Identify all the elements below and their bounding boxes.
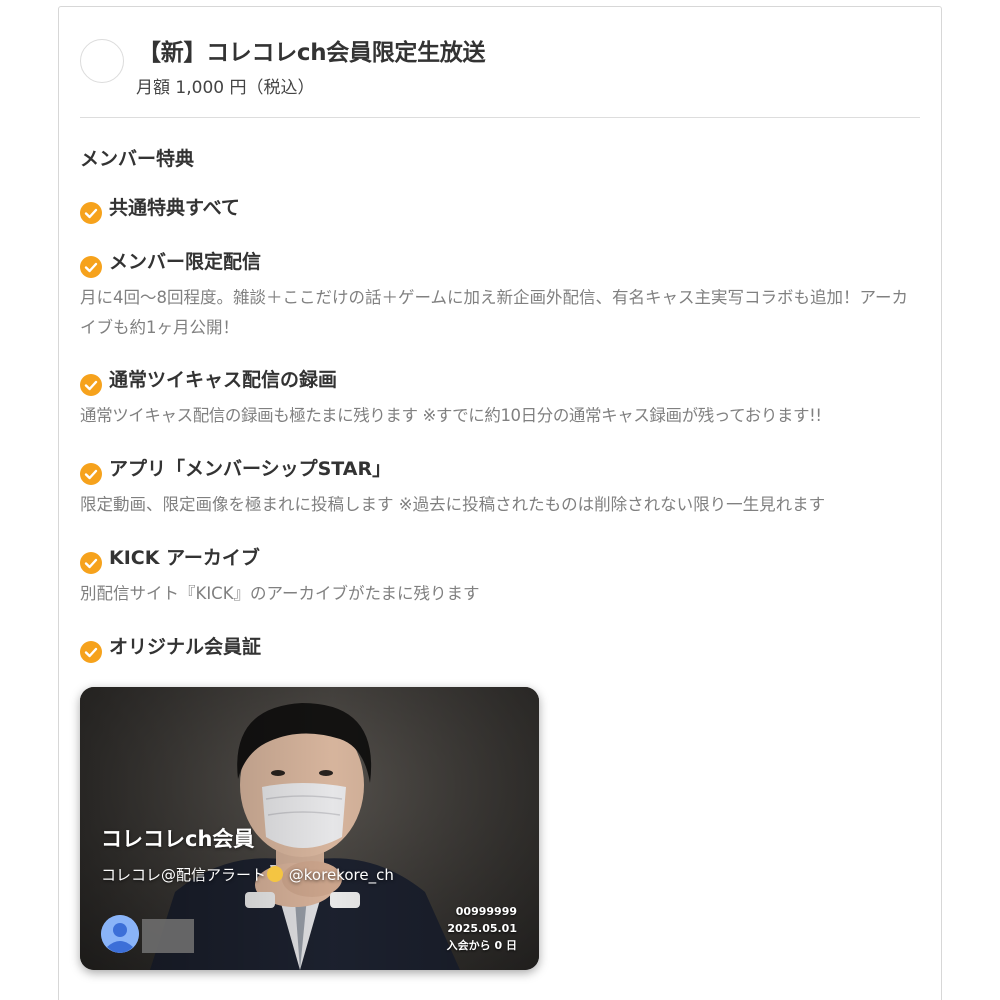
check-circle-icon xyxy=(80,202,102,224)
member-card-subtitle: コレコレ@配信アラート @korekore_ch xyxy=(101,864,394,885)
benefit-description: 通常ツイキャス配信の録画も極たまに残ります ※すでに約10日分の通常キャス録画が… xyxy=(80,406,822,425)
benefit-title: アプリ「メンバーシップSTAR」 xyxy=(109,458,392,480)
benefit-description: 別配信サイト『KICK』のアーカイブがたまに残ります xyxy=(80,584,480,603)
member-card-handle: @korekore_ch xyxy=(284,866,394,884)
membership-plan-panel: 【新】コレコレch会員限定生放送 月額 1,000 円（税込） メンバー特典 共… xyxy=(58,6,942,1000)
divider xyxy=(80,117,920,118)
user-avatar-icon xyxy=(101,915,139,953)
benefit-title: KICK アーカイブ xyxy=(109,547,260,569)
benefit-title: オリジナル会員証 xyxy=(109,636,262,658)
benefit-item: メンバー限定配信 月に4回〜8回程度。雑談＋ここだけの話＋ゲームに加え新企画外配… xyxy=(80,247,930,343)
face-emoji-icon xyxy=(267,866,284,882)
benefit-item: 共通特典すべて xyxy=(80,193,930,224)
benefits-heading: メンバー特典 xyxy=(80,148,195,170)
member-card-title: コレコレch会員 xyxy=(101,827,255,851)
member-join-date: 2025.05.01 xyxy=(447,922,517,935)
member-days: 入会から 0 日 xyxy=(446,939,517,952)
benefit-description: 月に4回〜8回程度。雑談＋ここだけの話＋ゲームに加え新企画外配信、有名キャス主実… xyxy=(80,288,909,337)
benefit-description: 限定動画、限定画像を極まれに投稿します ※過去に投稿されたものは削除されない限り… xyxy=(80,495,826,514)
benefit-item: アプリ「メンバーシップSTAR」 限定動画、限定画像を極まれに投稿します ※過去… xyxy=(80,454,930,520)
benefit-title: 通常ツイキャス配信の録画 xyxy=(109,369,338,391)
benefit-title: メンバー限定配信 xyxy=(109,251,262,273)
plan-header[interactable]: 【新】コレコレch会員限定生放送 月額 1,000 円（税込） xyxy=(80,33,920,119)
member-number: 00999999 xyxy=(455,905,517,918)
benefit-title: 共通特典すべて xyxy=(109,197,240,219)
plan-select-radio[interactable] xyxy=(80,39,124,83)
member-card: コレコレch会員 コレコレ@配信アラート @korekore_ch 009999… xyxy=(80,687,539,970)
check-circle-icon xyxy=(80,256,102,278)
member-card-channel: コレコレ@配信アラート xyxy=(101,866,267,884)
member-card-meta: 00999999 2025.05.01 入会から 0 日 xyxy=(447,903,517,954)
check-circle-icon xyxy=(80,463,102,485)
check-circle-icon xyxy=(80,552,102,574)
member-name-redacted xyxy=(142,919,194,953)
plan-title: 【新】コレコレch会員限定生放送 xyxy=(138,40,486,66)
check-circle-icon xyxy=(80,374,102,396)
plan-price: 月額 1,000 円（税込） xyxy=(136,78,315,98)
benefit-item: オリジナル会員証 xyxy=(80,632,930,663)
benefit-item: 通常ツイキャス配信の録画 通常ツイキャス配信の録画も極たまに残ります ※すでに約… xyxy=(80,365,930,431)
benefit-item: KICK アーカイブ 別配信サイト『KICK』のアーカイブがたまに残ります xyxy=(80,543,930,609)
check-circle-icon xyxy=(80,641,102,663)
